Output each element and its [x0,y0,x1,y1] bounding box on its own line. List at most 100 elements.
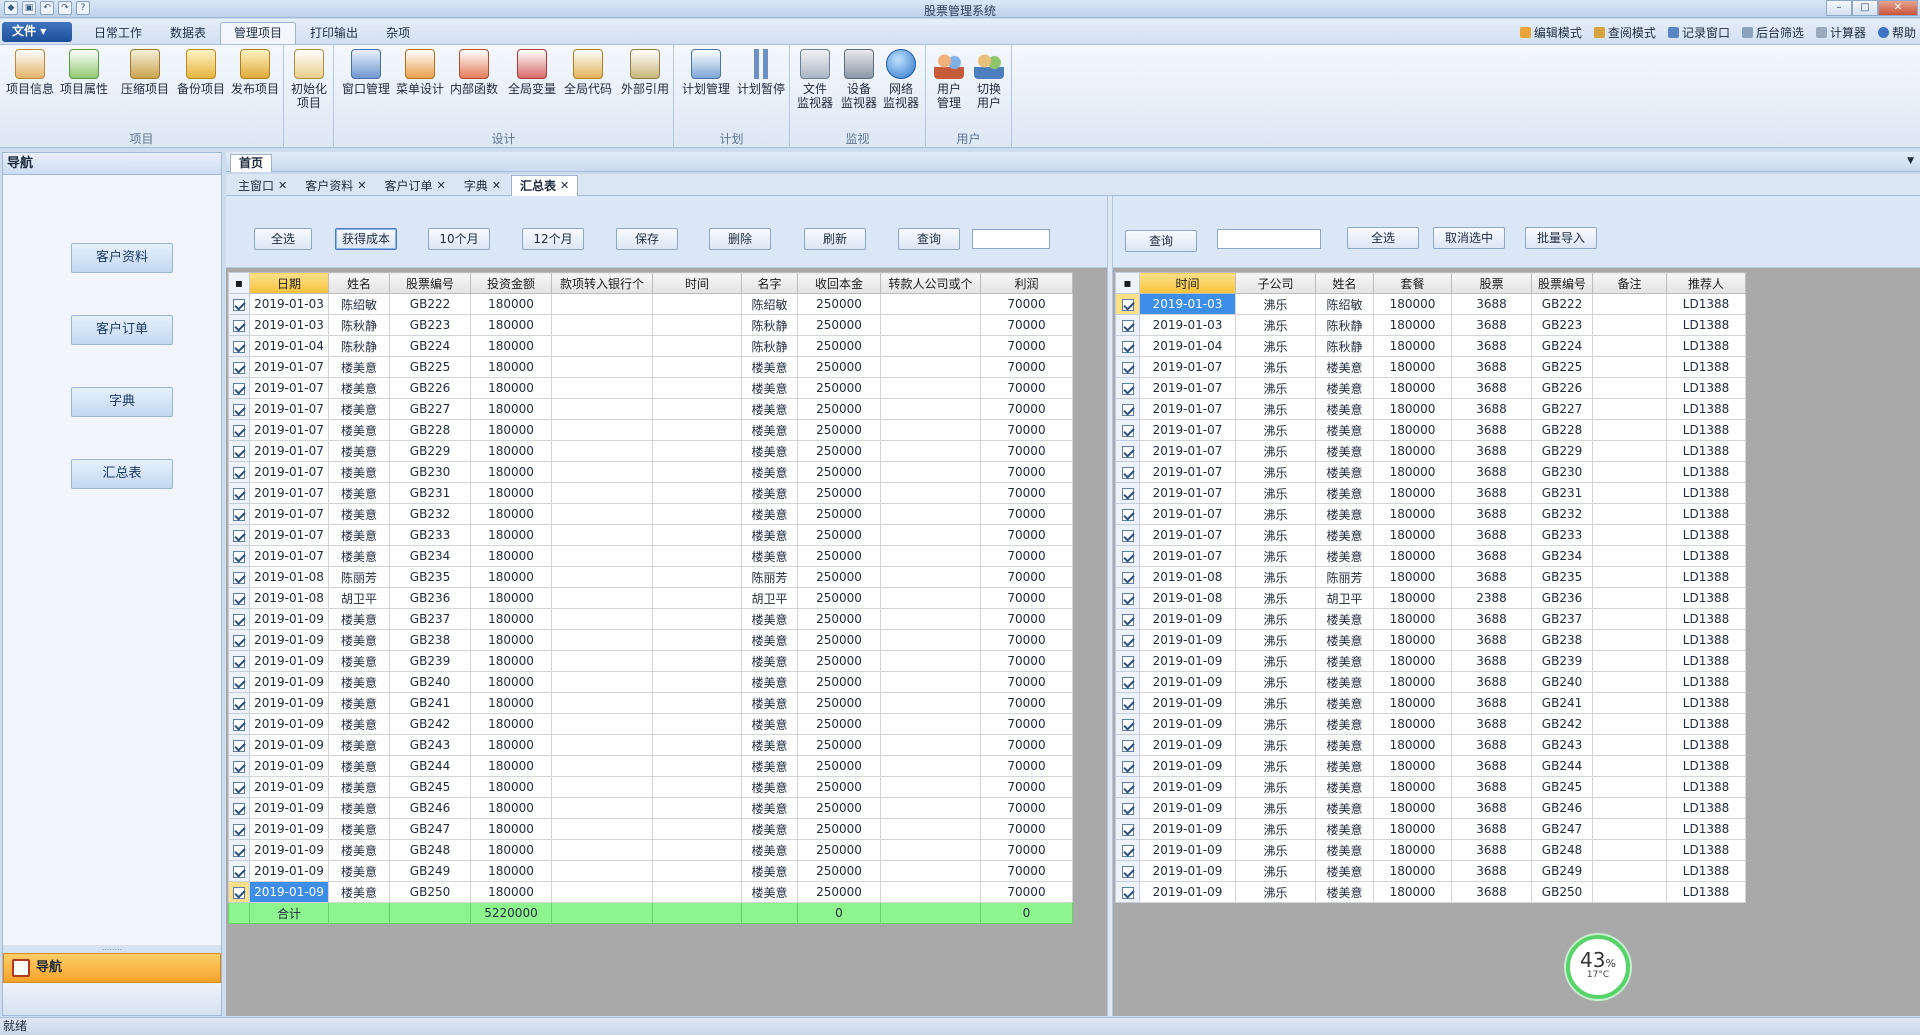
table-cell[interactable]: 2019-01-09 [1139,776,1236,798]
table-cell[interactable]: 3688 [1451,839,1532,861]
table-cell[interactable]: 180000 [470,692,552,714]
table-cell[interactable]: GB232 [389,503,471,525]
table-cell[interactable]: 3688 [1451,797,1532,819]
table-cell[interactable]: 180000 [470,860,552,882]
checkbox-checked-icon[interactable] [1121,466,1134,479]
table-cell[interactable]: 沸乐 [1235,734,1316,756]
row-checkbox[interactable] [1115,671,1140,693]
table-cell[interactable]: 楼美意 [328,545,390,567]
row-checkbox[interactable] [1115,524,1140,546]
table-cell[interactable]: 楼美意 [1315,419,1374,441]
table-cell[interactable] [1592,776,1667,798]
table-cell[interactable]: 2019-01-07 [249,524,329,546]
table-cell[interactable] [1592,797,1667,819]
table-cell[interactable]: GB243 [389,734,471,756]
table-cell[interactable]: 250000 [797,734,881,756]
table-cell[interactable]: GB248 [1531,839,1593,861]
table-cell[interactable] [1592,440,1667,462]
checkbox-checked-icon[interactable] [233,886,245,899]
table-cell[interactable]: 2019-01-09 [1139,797,1236,819]
table-cell[interactable]: 70000 [980,629,1073,651]
table-cell[interactable]: 2019-01-09 [249,650,329,672]
table-cell[interactable]: 楼美意 [741,461,798,483]
minimize-icon[interactable]: – [1826,0,1852,16]
table-cell[interactable] [880,671,981,693]
table-cell[interactable]: 沸乐 [1235,629,1316,651]
tab-daily-work[interactable]: 日常工作 [80,22,156,44]
table-cell[interactable]: 250000 [797,587,881,609]
table-cell[interactable]: GB242 [389,713,471,735]
table-cell[interactable]: 70000 [980,377,1073,399]
table-cell[interactable]: 陈秋静 [328,314,390,336]
table-cell[interactable]: GB249 [389,860,471,882]
table-cell[interactable]: GB229 [1531,440,1593,462]
table-cell[interactable]: 楼美意 [741,839,798,861]
table-cell[interactable]: 楼美意 [741,797,798,819]
table-cell[interactable]: 楼美意 [328,755,390,777]
table-cell[interactable] [880,419,981,441]
table-cell[interactable]: 2019-01-09 [1139,881,1236,903]
checkbox-checked-icon[interactable] [233,487,245,500]
row-checkbox[interactable] [1115,797,1140,819]
table-cell[interactable]: 2019-01-04 [249,335,329,357]
table-cell[interactable] [1592,398,1667,420]
table-cell[interactable] [652,839,742,861]
row-checkbox[interactable] [228,713,250,735]
table-cell[interactable] [652,881,742,903]
table-cell[interactable] [1592,608,1667,630]
table-cell[interactable]: 3688 [1451,377,1532,399]
table-cell[interactable]: GB244 [1531,755,1593,777]
table-row[interactable]: 2019-01-09 沸乐 楼美意 180000 3688 GB244 LD1388 [1115,755,1746,777]
tab-manage-project[interactable]: 管理项目 [220,22,297,44]
table-cell[interactable]: LD1388 [1666,524,1746,546]
table-row[interactable]: 2019-01-07 楼美意 GB229 180000 楼美意 250000 70000 [228,440,1073,462]
table-row[interactable]: 2019-01-09 沸乐 楼美意 180000 3688 GB250 LD1388 [1115,881,1746,903]
checkbox-checked-icon[interactable] [233,655,245,668]
table-cell[interactable]: LD1388 [1666,482,1746,504]
table-cell[interactable] [652,293,742,315]
checkbox-checked-icon[interactable] [1121,676,1134,689]
table-cell[interactable] [1592,818,1667,840]
table-cell[interactable]: 3688 [1451,776,1532,798]
table-cell[interactable]: GB237 [1531,608,1593,630]
table-row[interactable]: 2019-01-09 沸乐 楼美意 180000 3688 GB241 LD1388 [1115,692,1746,714]
table-cell[interactable]: GB244 [389,755,471,777]
table-cell[interactable]: 180000 [470,461,552,483]
table-cell[interactable]: 楼美意 [1315,461,1374,483]
table-cell[interactable]: GB223 [389,314,471,336]
table-cell[interactable]: GB237 [389,608,471,630]
table-cell[interactable]: 楼美意 [1315,377,1374,399]
table-row[interactable]: 2019-01-07 楼美意 GB226 180000 楼美意 250000 70000 [228,377,1073,399]
checkbox-checked-icon[interactable] [233,571,245,584]
row-checkbox[interactable] [1115,881,1140,903]
table-cell[interactable] [551,671,653,693]
table-cell[interactable] [880,440,981,462]
read-mode-button[interactable]: 查阅模式 [1593,24,1656,41]
table-row[interactable]: 2019-01-09 楼美意 GB241 180000 楼美意 250000 70000 [228,692,1073,714]
calculator-button[interactable]: 计算器 [1815,24,1866,41]
table-cell[interactable]: 180000 [1373,692,1452,714]
table-cell[interactable]: GB226 [1531,377,1593,399]
table-cell[interactable]: 180000 [470,713,552,735]
table-cell[interactable] [880,566,981,588]
table-cell[interactable]: 70000 [980,566,1073,588]
row-checkbox[interactable] [228,314,250,336]
right-search-input[interactable] [1217,229,1321,249]
table-cell[interactable]: GB233 [389,524,471,546]
table-cell[interactable]: 楼美意 [1315,671,1374,693]
row-checkbox[interactable] [1115,503,1140,525]
table-cell[interactable]: 2019-01-07 [249,440,329,462]
checkbox-checked-icon[interactable] [1121,445,1134,458]
checkbox-checked-icon[interactable] [1121,844,1134,857]
table-cell[interactable] [551,692,653,714]
row-checkbox[interactable] [228,818,250,840]
dropdown-arrow-icon[interactable]: ▼ [1907,156,1914,166]
table-cell[interactable] [652,335,742,357]
close-icon[interactable]: ✕ [357,176,366,196]
table-cell[interactable]: 250000 [797,671,881,693]
table-cell[interactable] [880,482,981,504]
table-cell[interactable]: GB250 [1531,881,1593,903]
doc-tab-dictionary[interactable]: 字典 ✕ [456,175,509,196]
row-checkbox[interactable] [1115,713,1140,735]
table-cell[interactable]: GB240 [1531,671,1593,693]
